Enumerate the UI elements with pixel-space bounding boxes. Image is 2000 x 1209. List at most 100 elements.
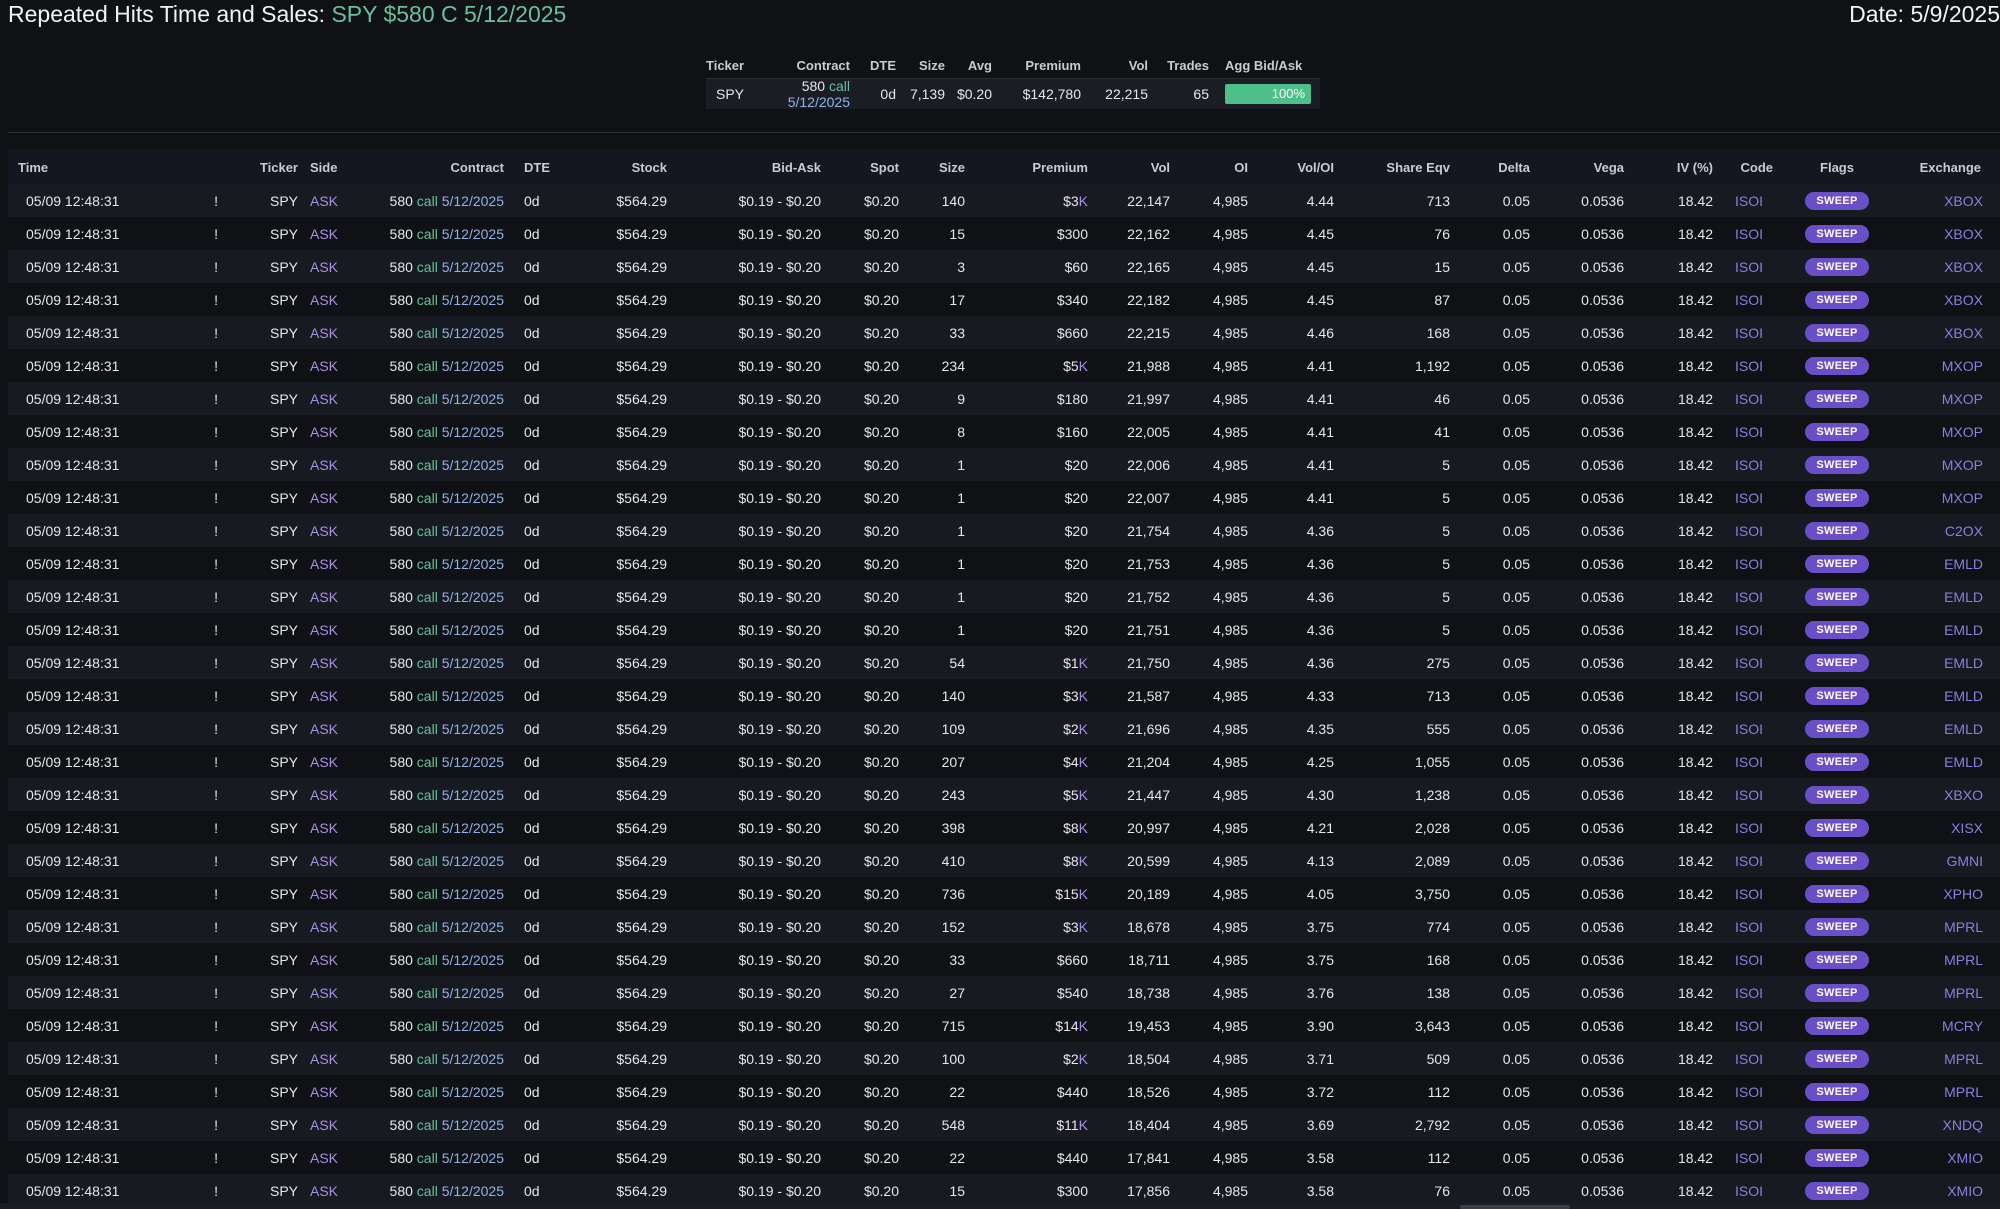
header-side[interactable]: Side xyxy=(304,160,349,175)
header-premium[interactable]: Premium xyxy=(971,160,1094,175)
code-link[interactable]: ISOI xyxy=(1735,655,1763,671)
header-stock[interactable]: Stock xyxy=(560,160,673,175)
code-link[interactable]: ISOI xyxy=(1735,292,1763,308)
code-link[interactable]: ISOI xyxy=(1735,721,1763,737)
summary-header-avg[interactable]: Avg xyxy=(953,58,1000,73)
code-link[interactable]: ISOI xyxy=(1735,391,1763,407)
header-vega[interactable]: Vega xyxy=(1536,160,1630,175)
table-row[interactable]: 05/09 12:48:31! SPY ASK 580 call 5/12/2025 0… xyxy=(8,943,2000,976)
code-link[interactable]: ISOI xyxy=(1735,193,1763,209)
table-row[interactable]: 05/09 12:48:31! SPY ASK 580 call 5/12/2025 0… xyxy=(8,250,2000,283)
table-row[interactable]: 05/09 12:48:31! SPY ASK 580 call 5/12/2025 0… xyxy=(8,1075,2000,1108)
summary-header-contract[interactable]: Contract xyxy=(752,58,858,73)
exchange-link[interactable]: MPRL xyxy=(1944,919,1983,935)
table-row[interactable]: 05/09 12:48:31! SPY ASK 580 call 5/12/2025 0… xyxy=(8,877,2000,910)
table-row[interactable]: 05/09 12:48:31! SPY ASK 580 call 5/12/2025 0… xyxy=(8,1009,2000,1042)
summary-header-dte[interactable]: DTE xyxy=(858,58,904,73)
table-row[interactable]: 05/09 12:48:31! SPY ASK 580 call 5/12/2025 0… xyxy=(8,184,2000,217)
header-code[interactable]: Code xyxy=(1719,160,1779,175)
exchange-link[interactable]: MXOP xyxy=(1942,457,1983,473)
exchange-link[interactable]: XBOX xyxy=(1944,325,1983,341)
exchange-link[interactable]: C2OX xyxy=(1945,523,1983,539)
header-oi[interactable]: OI xyxy=(1176,160,1254,175)
summary-header-ticker[interactable]: Ticker xyxy=(706,58,752,73)
header-dte[interactable]: DTE xyxy=(510,160,560,175)
code-link[interactable]: ISOI xyxy=(1735,754,1763,770)
code-link[interactable]: ISOI xyxy=(1735,259,1763,275)
table-row[interactable]: 05/09 12:48:31! SPY ASK 580 call 5/12/2025 0… xyxy=(8,415,2000,448)
exchange-link[interactable]: GMNI xyxy=(1946,853,1983,869)
header-bid-ask[interactable]: Bid-Ask xyxy=(673,160,827,175)
table-row[interactable]: 05/09 12:48:31! SPY ASK 580 call 5/12/2025 0… xyxy=(8,382,2000,415)
code-link[interactable]: ISOI xyxy=(1735,919,1763,935)
summary-header-trades[interactable]: Trades xyxy=(1156,58,1217,73)
exchange-link[interactable]: EMLD xyxy=(1944,556,1983,572)
table-row[interactable]: 05/09 12:48:31! SPY ASK 580 call 5/12/2025 0… xyxy=(8,712,2000,745)
header-size[interactable]: Size xyxy=(905,160,971,175)
exchange-link[interactable]: XBOX xyxy=(1944,193,1983,209)
table-row[interactable]: 05/09 12:48:31! SPY ASK 580 call 5/12/2025 0… xyxy=(8,745,2000,778)
exchange-link[interactable]: EMLD xyxy=(1944,754,1983,770)
code-link[interactable]: ISOI xyxy=(1735,589,1763,605)
code-link[interactable]: ISOI xyxy=(1735,688,1763,704)
table-row[interactable]: 05/09 12:48:31! SPY ASK 580 call 5/12/2025 0… xyxy=(8,580,2000,613)
exchange-link[interactable]: XNDQ xyxy=(1943,1117,1983,1133)
exchange-link[interactable]: MPRL xyxy=(1944,985,1983,1001)
table-row[interactable]: 05/09 12:48:31! SPY ASK 580 call 5/12/2025 0… xyxy=(8,547,2000,580)
summary-header-premium[interactable]: Premium xyxy=(1000,58,1089,73)
exchange-link[interactable]: EMLD xyxy=(1944,688,1983,704)
table-row[interactable]: 05/09 12:48:31! SPY ASK 580 call 5/12/2025 0… xyxy=(8,811,2000,844)
code-link[interactable]: ISOI xyxy=(1735,1117,1763,1133)
header-contract[interactable]: Contract xyxy=(349,160,510,175)
exchange-link[interactable]: XMIO xyxy=(1947,1183,1983,1199)
header-spot[interactable]: Spot xyxy=(827,160,905,175)
code-link[interactable]: ISOI xyxy=(1735,1150,1763,1166)
header-ticker[interactable]: Ticker xyxy=(224,160,304,175)
header-share-eqv[interactable]: Share Eqv xyxy=(1340,160,1456,175)
exchange-link[interactable]: MXOP xyxy=(1942,358,1983,374)
code-link[interactable]: ISOI xyxy=(1735,226,1763,242)
horizontal-scrollbar[interactable] xyxy=(0,1203,2000,1209)
table-row[interactable]: 05/09 12:48:31! SPY ASK 580 call 5/12/2025 0… xyxy=(8,778,2000,811)
exchange-link[interactable]: XBOX xyxy=(1944,259,1983,275)
table-row[interactable]: 05/09 12:48:31! SPY ASK 580 call 5/12/2025 0… xyxy=(8,316,2000,349)
exchange-link[interactable]: XBOX xyxy=(1944,226,1983,242)
header-delta[interactable]: Delta xyxy=(1456,160,1536,175)
exchange-link[interactable]: XMIO xyxy=(1947,1150,1983,1166)
exchange-link[interactable]: MPRL xyxy=(1944,952,1983,968)
table-row[interactable]: 05/09 12:48:31! SPY ASK 580 call 5/12/2025 0… xyxy=(8,349,2000,382)
exchange-link[interactable]: XBOX xyxy=(1944,292,1983,308)
code-link[interactable]: ISOI xyxy=(1735,820,1763,836)
exchange-link[interactable]: MXOP xyxy=(1942,391,1983,407)
header-exchange[interactable]: Exchange xyxy=(1895,160,1997,175)
exchange-link[interactable]: MCRY xyxy=(1942,1018,1983,1034)
header-flags[interactable]: Flags xyxy=(1779,160,1895,175)
table-row[interactable]: 05/09 12:48:31! SPY ASK 580 call 5/12/2025 0… xyxy=(8,844,2000,877)
exchange-link[interactable]: MXOP xyxy=(1942,424,1983,440)
code-link[interactable]: ISOI xyxy=(1735,1051,1763,1067)
code-link[interactable]: ISOI xyxy=(1735,622,1763,638)
code-link[interactable]: ISOI xyxy=(1735,556,1763,572)
code-link[interactable]: ISOI xyxy=(1735,886,1763,902)
table-row[interactable]: 05/09 12:48:31! SPY ASK 580 call 5/12/2025 0… xyxy=(8,646,2000,679)
header-vol-oi[interactable]: Vol/OI xyxy=(1254,160,1340,175)
table-row[interactable]: 05/09 12:48:31! SPY ASK 580 call 5/12/2025 0… xyxy=(8,976,2000,1009)
code-link[interactable]: ISOI xyxy=(1735,424,1763,440)
code-link[interactable]: ISOI xyxy=(1735,952,1763,968)
table-row[interactable]: 05/09 12:48:31! SPY ASK 580 call 5/12/2025 0… xyxy=(8,283,2000,316)
exchange-link[interactable]: EMLD xyxy=(1944,622,1983,638)
scrollbar-thumb[interactable] xyxy=(1460,1205,1570,1209)
code-link[interactable]: ISOI xyxy=(1735,853,1763,869)
table-row[interactable]: 05/09 12:48:31! SPY ASK 580 call 5/12/2025 0… xyxy=(8,1108,2000,1141)
exchange-link[interactable]: MPRL xyxy=(1944,1051,1983,1067)
header-vol[interactable]: Vol xyxy=(1094,160,1176,175)
table-row[interactable]: 05/09 12:48:31! SPY ASK 580 call 5/12/2025 0… xyxy=(8,679,2000,712)
table-row[interactable]: 05/09 12:48:31! SPY ASK 580 call 5/12/2025 0… xyxy=(8,514,2000,547)
code-link[interactable]: ISOI xyxy=(1735,1084,1763,1100)
exchange-link[interactable]: MXOP xyxy=(1942,490,1983,506)
exchange-link[interactable]: EMLD xyxy=(1944,589,1983,605)
table-row[interactable]: 05/09 12:48:31! SPY ASK 580 call 5/12/2025 0… xyxy=(8,613,2000,646)
summary-header-agg[interactable]: Agg Bid/Ask xyxy=(1217,58,1320,73)
header-time[interactable]: Time xyxy=(8,160,163,175)
exchange-link[interactable]: XPHO xyxy=(1943,886,1983,902)
